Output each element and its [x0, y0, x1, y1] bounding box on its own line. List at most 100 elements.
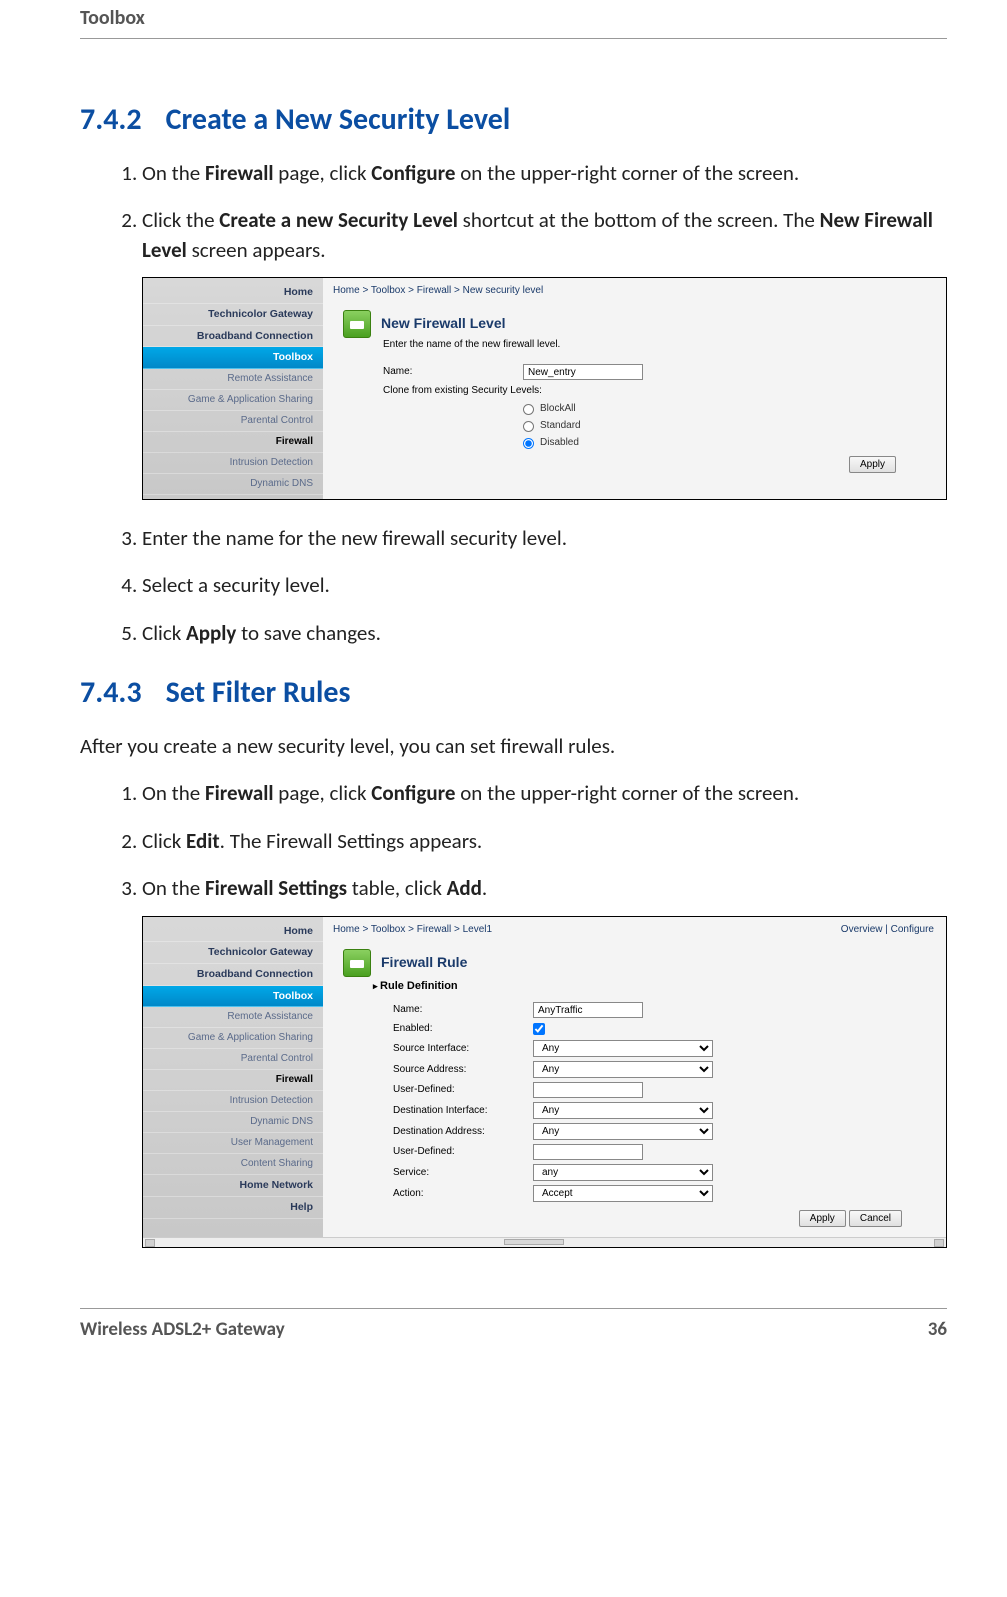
sidebar-item[interactable]: Remote Assistance	[143, 1007, 323, 1028]
radio-label: Standard	[540, 419, 581, 433]
sidebar-item[interactable]: Remote Assistance	[143, 369, 323, 390]
radio-option[interactable]: Disabled	[523, 436, 926, 450]
horizontal-scrollbar[interactable]	[143, 1237, 946, 1247]
service-select[interactable]: any	[533, 1164, 713, 1181]
step-item: On the Firewall page, click Configure on…	[142, 779, 947, 808]
step-text: On the	[142, 875, 205, 901]
step-bold: Edit	[186, 828, 220, 854]
step-text: on the upper-right corner of the screen.	[455, 780, 799, 806]
step-text: Click	[142, 828, 186, 854]
step-text: shortcut at the bottom of the screen. Th…	[458, 207, 820, 233]
field-label: Source Interface:	[393, 1042, 533, 1056]
step-bold: Configure	[371, 160, 455, 186]
firewall-icon	[343, 949, 371, 977]
step-item: Click Apply to save changes.	[142, 619, 947, 648]
sidebar-item[interactable]: Home	[143, 282, 323, 304]
step-text: . The Firewall Settings appears.	[220, 828, 483, 854]
name-input[interactable]	[523, 364, 643, 380]
step-item: Click the Create a new Security Level sh…	[142, 206, 947, 500]
step-item: Select a security level.	[142, 571, 947, 600]
step-text: Click the	[142, 207, 219, 233]
field-label: User-Defined:	[393, 1145, 533, 1159]
source-interface-select[interactable]: Any	[533, 1040, 713, 1057]
section-heading-742: 7.4.2 Create a New Security Level	[80, 99, 947, 141]
panel-title: New Firewall Level	[381, 314, 506, 334]
section-title: Create a New Security Level	[166, 101, 511, 138]
sidebar-item[interactable]: Technicolor Gateway	[143, 304, 323, 326]
enabled-checkbox[interactable]	[533, 1023, 545, 1035]
field-label: Destination Interface:	[393, 1104, 533, 1118]
radio-label: BlockAll	[540, 402, 576, 416]
steps-list-2: On the Firewall page, click Configure on…	[80, 779, 947, 1248]
rule-definition-header: Rule Definition	[323, 979, 946, 994]
step-item: On the Firewall page, click Configure on…	[142, 159, 947, 188]
sidebar-item[interactable]: Firewall	[143, 1070, 323, 1091]
step-bold: Add	[447, 875, 482, 901]
step-item: On the Firewall Settings table, click Ad…	[142, 874, 947, 1248]
screenshot-firewall-rule: HomeTechnicolor GatewayBroadband Connect…	[142, 916, 947, 1248]
sidebar-item[interactable]: Toolbox	[143, 986, 323, 1008]
destination-address-select[interactable]: Any	[533, 1123, 713, 1140]
step-text: to save changes.	[236, 620, 380, 646]
top-links[interactable]: Overview | Configure	[841, 923, 934, 937]
apply-button[interactable]: Apply	[849, 456, 896, 473]
sidebar-item[interactable]: Home	[143, 921, 323, 943]
step-item: Click Edit. The Firewall Settings appear…	[142, 827, 947, 856]
action-select[interactable]: Accept	[533, 1185, 713, 1202]
radio-label: Disabled	[540, 436, 579, 450]
sidebar-item[interactable]: User Management	[143, 1133, 323, 1154]
field-label: Source Address:	[393, 1063, 533, 1077]
sidebar-item[interactable]: Game & Application Sharing	[143, 1028, 323, 1049]
sidebar-item[interactable]: Game & Application Sharing	[143, 390, 323, 411]
user-defined-input[interactable]	[533, 1082, 643, 1098]
sidebar-item[interactable]: Parental Control	[143, 1049, 323, 1070]
step-bold: Configure	[371, 780, 455, 806]
step-text: on the upper-right corner of the screen.	[455, 160, 799, 186]
destination-interface-select[interactable]: Any	[533, 1102, 713, 1119]
radio-input[interactable]	[523, 421, 534, 432]
sidebar-item[interactable]: Parental Control	[143, 411, 323, 432]
sidebar-item[interactable]: Intrusion Detection	[143, 453, 323, 474]
firewall-icon	[343, 310, 371, 338]
field-label: Action:	[393, 1187, 533, 1201]
sidebar-item[interactable]: Technicolor Gateway	[143, 942, 323, 964]
field-label: User-Defined:	[393, 1083, 533, 1097]
step-text: .	[482, 875, 487, 901]
sidebar-item[interactable]: Toolbox	[143, 347, 323, 369]
sidebar-item[interactable]: Broadband Connection	[143, 964, 323, 986]
sidebar-item[interactable]: Help	[143, 1197, 323, 1219]
step-text: Click	[142, 620, 186, 646]
field-label: Service:	[393, 1166, 533, 1180]
name-label: Name:	[383, 365, 523, 379]
sidebar-item[interactable]: Firewall	[143, 432, 323, 453]
cancel-button[interactable]: Cancel	[849, 1210, 902, 1227]
step-text: table, click	[347, 875, 447, 901]
sidebar-item[interactable]: Dynamic DNS	[143, 474, 323, 495]
step-text: On the	[142, 160, 205, 186]
sidebar-item[interactable]: Intrusion Detection	[143, 1091, 323, 1112]
step-text: page, click	[274, 160, 372, 186]
section-number: 7.4.2	[80, 101, 142, 138]
radio-input[interactable]	[523, 438, 534, 449]
step-bold: Firewall	[205, 160, 274, 186]
name-input[interactable]	[533, 1002, 643, 1018]
step-bold: Firewall	[205, 780, 274, 806]
radio-option[interactable]: BlockAll	[523, 402, 926, 416]
sidebar-item[interactable]: Broadband Connection	[143, 326, 323, 348]
section-heading-743: 7.4.3Set Filter Rules	[80, 672, 947, 714]
clone-label: Clone from existing Security Levels:	[383, 384, 542, 398]
sidebar-item[interactable]: Home Network	[143, 1175, 323, 1197]
radio-input[interactable]	[523, 404, 534, 415]
step-text: On the	[142, 780, 205, 806]
panel-subtitle: Enter the name of the new firewall level…	[323, 338, 946, 352]
user-defined-input[interactable]	[533, 1144, 643, 1160]
source-address-select[interactable]: Any	[533, 1061, 713, 1078]
sidebar-item[interactable]: Dynamic DNS	[143, 1112, 323, 1133]
apply-button[interactable]: Apply	[799, 1210, 846, 1227]
step-bold: Apply	[186, 620, 236, 646]
section-number: 7.4.3	[80, 674, 142, 711]
step-bold: Firewall Settings	[205, 875, 347, 901]
sidebar-item[interactable]: Content Sharing	[143, 1154, 323, 1175]
radio-option[interactable]: Standard	[523, 419, 926, 433]
field-label: Destination Address:	[393, 1125, 533, 1139]
